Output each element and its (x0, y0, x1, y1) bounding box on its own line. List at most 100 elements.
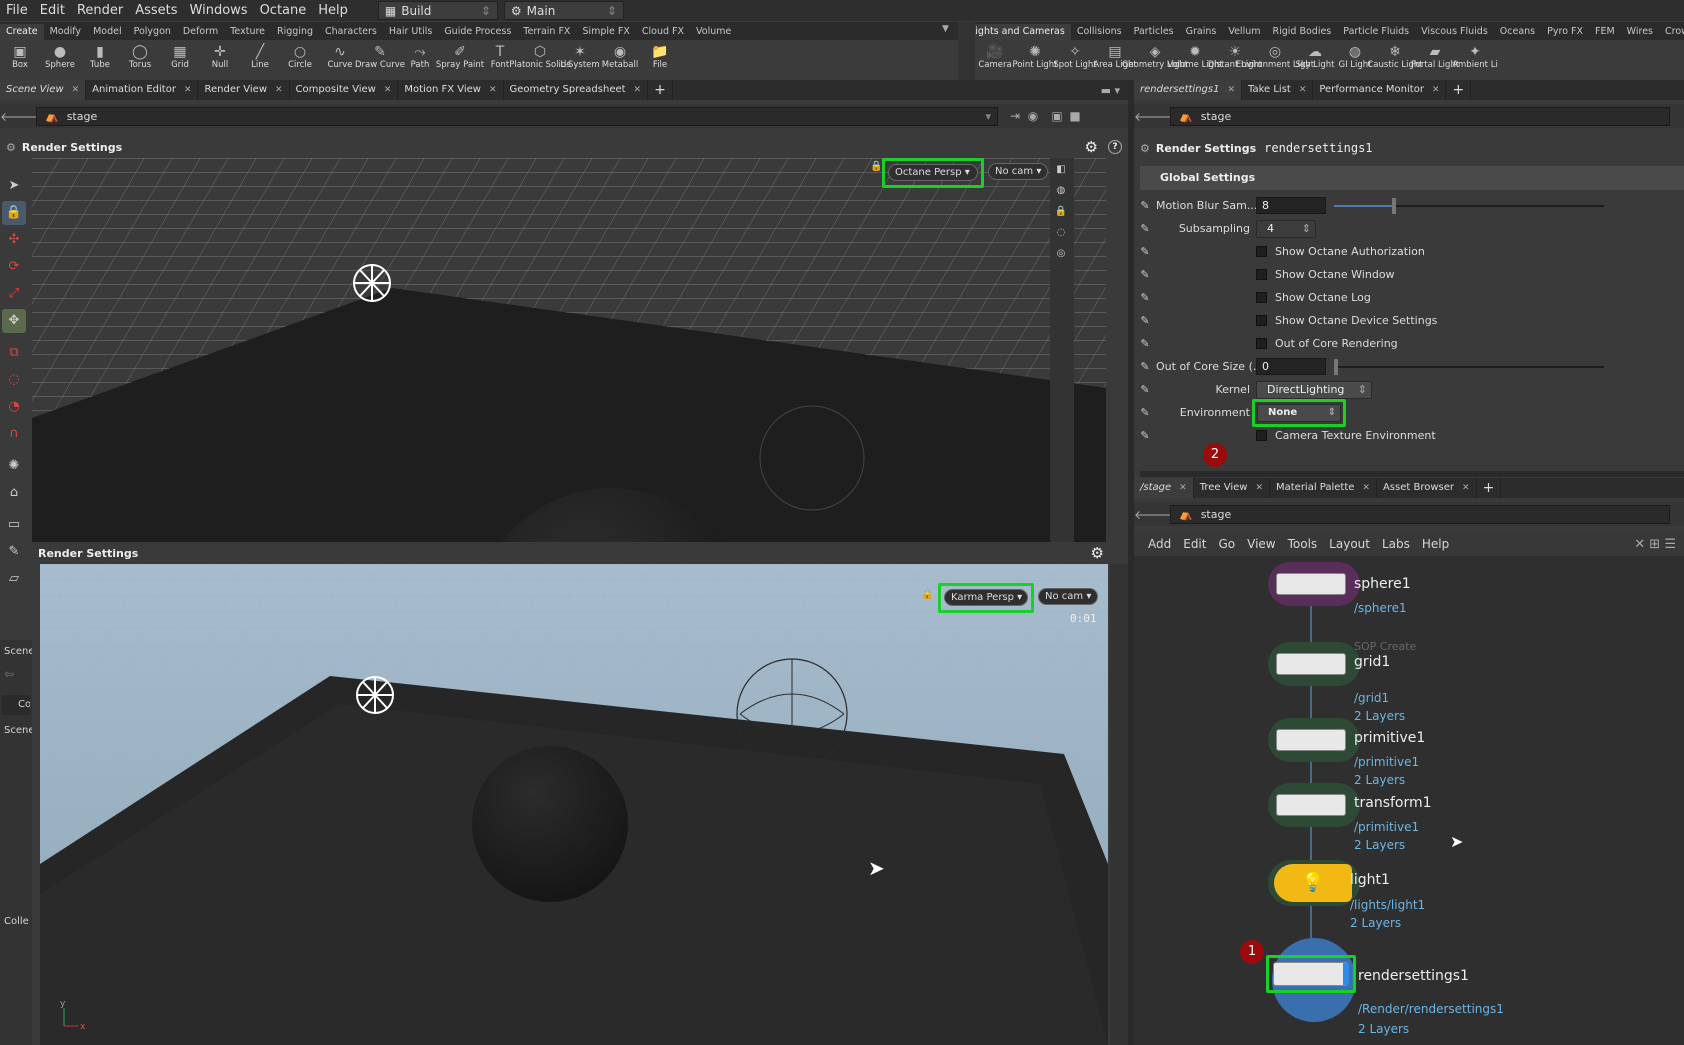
sphere-tool[interactable]: ● Sphere (40, 40, 80, 80)
shelf-tab-5[interactable]: Texture (224, 24, 271, 40)
l-system-tool[interactable]: ✶ L-System (560, 40, 600, 80)
lasso-tool-icon[interactable]: ◌ (2, 368, 26, 392)
shelf-right-tab-2[interactable]: Particles (1128, 24, 1180, 40)
menu-file[interactable]: File (0, 3, 34, 18)
light-tool-icon[interactable]: ✺ (2, 454, 26, 478)
scale-tool-icon[interactable]: ⤢ (2, 282, 26, 306)
node-name-field[interactable]: rendersettings1 (1264, 141, 1372, 155)
help-icon[interactable]: ? (1108, 140, 1122, 154)
shelf-tab-9[interactable]: Guide Process (438, 24, 517, 40)
motion-blur-field[interactable]: 8 (1256, 197, 1326, 214)
param-path-field[interactable]: ⛺ stage (1170, 106, 1670, 126)
subsampling-menu[interactable]: 4 ⇕ (1256, 219, 1316, 238)
shelf-tab-7[interactable]: Characters (319, 24, 383, 40)
gear-icon[interactable]: ⚙ (1091, 544, 1104, 562)
shelf-right-tab-8[interactable]: Oceans (1494, 24, 1541, 40)
caustic-light-tool[interactable]: ❄ Caustic Light (1367, 40, 1422, 80)
metaball-tool[interactable]: ◉ Metaball (600, 40, 640, 80)
maximize-icon[interactable]: ■ (1066, 109, 1084, 123)
shelf-tab-3[interactable]: Polygon (128, 24, 177, 40)
path-tool[interactable]: ⤳ Path (400, 40, 440, 80)
node-rendersettings1[interactable] (1273, 962, 1349, 986)
tab-asset-browser[interactable]: Asset Browser ✕ (1377, 478, 1477, 498)
pencil-icon[interactable]: ✎ (1134, 360, 1156, 373)
menu-windows[interactable]: Windows (184, 3, 254, 18)
tab-take-list[interactable]: Take List ✕ (1242, 80, 1314, 100)
add-tab-icon[interactable]: + (648, 80, 673, 100)
pencil-icon[interactable]: ✎ (1134, 291, 1156, 304)
renderer-menu-octane[interactable]: Octane Persp ▾ (888, 164, 978, 181)
shelf-right-tab-5[interactable]: Rigid Bodies (1267, 24, 1338, 40)
shelf-tab-1[interactable]: Modify (44, 24, 87, 40)
null-tool[interactable]: ✛ Null (200, 40, 240, 80)
net-menu-go[interactable]: Go (1218, 537, 1235, 551)
pose-tool-icon[interactable]: ⧉ (2, 341, 26, 365)
tab-rendersettings1[interactable]: rendersettings1 ✕ (1134, 80, 1242, 100)
checkbox[interactable] (1256, 246, 1267, 257)
net-menu-labs[interactable]: Labs (1382, 537, 1410, 551)
shelf-right-tab-0[interactable]: Lights and Cameras (964, 24, 1071, 40)
node-transform1[interactable] (1276, 794, 1346, 816)
menu-octane[interactable]: Octane (254, 3, 313, 18)
node-grid1[interactable] (1276, 653, 1346, 675)
shelf-divider[interactable] (958, 22, 975, 80)
checkbox[interactable] (1256, 292, 1267, 303)
layout-icon[interactable]: ▣ (1048, 109, 1066, 123)
checkbox[interactable] (1256, 315, 1267, 326)
camera-menu-top[interactable]: No cam ▾ (988, 163, 1049, 180)
lock-icon[interactable]: 🔒 (1052, 203, 1070, 221)
pane-menu-icon[interactable]: ▬ ▾ (1101, 84, 1120, 97)
menu-render[interactable]: Render (71, 3, 129, 18)
shelf-right-tab-3[interactable]: Grains (1180, 24, 1223, 40)
shading-icon[interactable]: ◍ (1052, 182, 1070, 200)
lightbulb-icon[interactable]: 💡 (1274, 864, 1352, 902)
tube-tool[interactable]: ▮ Tube (80, 40, 120, 80)
checkbox[interactable] (1256, 269, 1267, 280)
spot-light-tool[interactable]: ✧ Spot Light (1053, 40, 1096, 80)
environment-light-tool[interactable]: ◎ Environment Light (1236, 40, 1314, 80)
ghost-icon[interactable]: ◌ (1052, 224, 1070, 242)
menu-edit[interactable]: Edit (34, 3, 71, 18)
pin-icon[interactable]: ⇥ (1006, 109, 1024, 123)
network-path-field[interactable]: ⛺ stage (1170, 504, 1670, 524)
paint-tool-icon[interactable]: ✎ (2, 540, 26, 564)
menu-assets[interactable]: Assets (129, 3, 183, 18)
viewport-top-canvas[interactable] (32, 158, 1106, 552)
net-menu-layout[interactable]: Layout (1329, 537, 1370, 551)
select-tool-icon[interactable]: ➤ (2, 174, 26, 198)
checkbox[interactable] (1256, 430, 1267, 441)
shelf-tab-4[interactable]: Deform (177, 24, 224, 40)
forward-arrow-icon[interactable]: 🡒 (18, 109, 50, 124)
camera-tool-icon[interactable]: ⌂ (2, 481, 26, 505)
net-menu-add[interactable]: Add (1148, 537, 1171, 551)
tab-stage[interactable]: /stage ✕ (1134, 478, 1194, 498)
lock-icon[interactable]: 🔒 (921, 589, 933, 600)
shelf-tab-2[interactable]: Model (87, 24, 128, 40)
spray-paint-tool[interactable]: ✐ Spray Paint (436, 40, 484, 80)
portal-light-tool[interactable]: ▰ Portal Light (1411, 40, 1459, 80)
draw-curve-tool[interactable]: ✎ Draw Curve (355, 40, 405, 80)
lock-tool-icon[interactable]: 🔒 (2, 201, 26, 225)
tab-motion-fx-view[interactable]: Motion FX View ✕ (398, 80, 504, 100)
tab-render-view[interactable]: Render View ✕ (198, 80, 290, 100)
network-editor[interactable]: sphere1 /sphere1 SOP Create grid1 /grid1… (1134, 556, 1684, 1045)
net-menu-view[interactable]: View (1247, 537, 1275, 551)
line-tool[interactable]: ╱ Line (240, 40, 280, 80)
shelf-right-tab-6[interactable]: Particle Fluids (1337, 24, 1415, 40)
tab-scene-view[interactable]: Scene View ✕ (0, 80, 87, 100)
pane-splitter-horizontal[interactable] (1140, 471, 1684, 477)
shelf-tab-8[interactable]: Hair Utils (383, 24, 438, 40)
forward-arrow-icon[interactable]: 🡒 (1152, 109, 1184, 124)
add-tab-icon[interactable]: + (1446, 80, 1472, 100)
camera-tool[interactable]: 🎥 Camera (975, 40, 1015, 80)
pencil-icon[interactable]: ✎ (1134, 383, 1156, 396)
box-tool[interactable]: ▣ Box (0, 40, 40, 80)
file-tool[interactable]: 📁 File (640, 40, 680, 80)
pencil-icon[interactable]: ✎ (1134, 314, 1156, 327)
back-arrow-icon[interactable]: 🡐 (0, 109, 32, 124)
ooc-size-field[interactable]: 0 (1256, 358, 1326, 375)
scene-path-field[interactable]: ⛺ stage ▾ (36, 106, 998, 126)
ambient-li-tool[interactable]: ✦ Ambient Li (1452, 40, 1498, 80)
pencil-icon[interactable]: ✎ (1134, 406, 1156, 419)
net-menu-help[interactable]: Help (1422, 537, 1449, 551)
